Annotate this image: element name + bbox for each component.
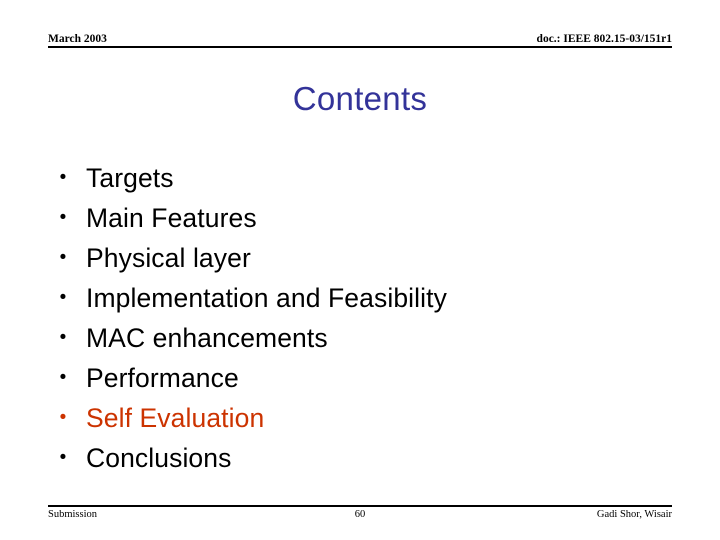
list-item: • Physical layer	[48, 238, 672, 278]
footer-page-number: 60	[354, 509, 366, 520]
list-item-label: Conclusions	[86, 443, 232, 473]
slide-header: March 2003 doc.: IEEE 802.15-03/151r1	[48, 27, 672, 47]
bullet-point-icon: •	[59, 407, 67, 428]
list-item: • Conclusions	[48, 438, 672, 478]
list-item: • Implementation and Feasibility	[48, 278, 672, 318]
header-document-id: doc.: IEEE 802.15-03/151r1	[536, 33, 672, 45]
list-item-label: MAC enhancements	[86, 323, 328, 353]
list-item-label: Targets	[86, 163, 174, 193]
list-item-highlighted: • Self Evaluation	[48, 398, 672, 438]
list-item: • MAC enhancements	[48, 318, 672, 358]
list-item: • Targets	[48, 158, 672, 198]
footer-author: Gadi Shor, Wisair	[596, 509, 672, 520]
bullet-point-icon: •	[59, 447, 67, 468]
bullet-point-icon: •	[59, 247, 67, 268]
list-item-label: Performance	[86, 363, 239, 393]
list-item: • Performance	[48, 358, 672, 398]
slide-title: Contents	[292, 80, 428, 117]
contents-bullet-list: • Targets • Main Features • Physical lay…	[48, 158, 672, 478]
list-item-label: Main Features	[86, 203, 257, 233]
bullet-point-icon: •	[59, 287, 67, 308]
bullet-point-icon: •	[59, 367, 67, 388]
bullet-point-icon: •	[59, 207, 67, 228]
bullet-point-icon: •	[59, 167, 67, 188]
slide-canvas: March 2003 doc.: IEEE 802.15-03/151r1 Co…	[0, 0, 720, 540]
list-item-label: Self Evaluation	[86, 403, 265, 433]
header-divider	[48, 46, 672, 48]
header-date: March 2003	[48, 33, 107, 45]
bullet-point-icon: •	[59, 327, 67, 348]
footer-divider	[48, 505, 672, 507]
list-item-label: Physical layer	[86, 243, 251, 273]
slide-footer: Submission 60 Gadi Shor, Wisair	[48, 509, 672, 525]
list-item: • Main Features	[48, 198, 672, 238]
list-item-label: Implementation and Feasibility	[86, 283, 447, 313]
